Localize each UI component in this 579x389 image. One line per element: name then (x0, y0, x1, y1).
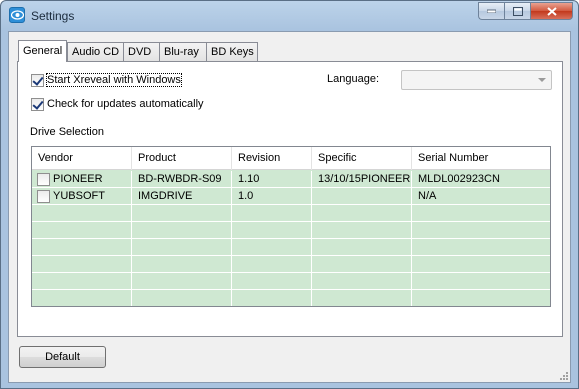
tab-blu-ray[interactable]: Blu-ray (159, 42, 207, 61)
empty-cell (132, 222, 232, 239)
client-area: General Audio CD DVD Blu-ray BD Keys Sta… (8, 31, 571, 383)
window-title: Settings (31, 9, 75, 23)
maximize-icon (512, 6, 523, 16)
empty-cell (232, 273, 312, 290)
empty-row (32, 205, 550, 222)
serial-cell: N/A (418, 190, 437, 202)
check-updates-checkbox[interactable] (31, 97, 44, 111)
start-with-windows-label[interactable]: Start Xreveal with Windows (46, 73, 182, 87)
serial-cell: MLDL002923CN (418, 173, 500, 185)
caption-buttons (478, 2, 573, 20)
default-button[interactable]: Default (19, 346, 106, 368)
column-header-specific[interactable]: Specific (312, 147, 412, 170)
drive-table[interactable]: Vendor Product Revision Specific Serial … (31, 146, 551, 307)
empty-cell (132, 256, 232, 273)
chevron-down-icon (538, 78, 546, 82)
title-bar[interactable]: Settings (1, 1, 578, 31)
empty-cell (32, 222, 132, 239)
table-header: Vendor Product Revision Specific Serial … (32, 147, 550, 170)
empty-cell (312, 222, 412, 239)
drive-selection-label: Drive Selection (30, 126, 104, 138)
empty-cell (32, 239, 132, 256)
tab-general[interactable]: General (18, 40, 67, 62)
table-row[interactable]: PIONEER BD-RWBDR-S09 1.10 13/10/15PIONEE… (32, 171, 550, 188)
vendor-cell: YUBSOFT (32, 188, 132, 205)
specific-cell (312, 188, 412, 205)
empty-cell (232, 256, 312, 273)
tab-audio-cd[interactable]: Audio CD (67, 42, 124, 61)
empty-cell (132, 273, 232, 290)
close-button[interactable] (530, 2, 573, 20)
empty-cell (312, 290, 412, 306)
maximize-button[interactable] (504, 2, 530, 20)
empty-row (32, 239, 550, 256)
revision-cell: 1.0 (232, 188, 312, 205)
empty-cell (232, 239, 312, 256)
check-updates-option[interactable]: Check for updates automatically (31, 97, 204, 111)
column-header-vendor[interactable]: Vendor (32, 147, 132, 170)
column-header-serial-number[interactable]: Serial Number (412, 147, 550, 170)
settings-window: Settings General Audio CD DVD Blu-ray BD… (0, 0, 579, 389)
empty-cell (32, 205, 132, 222)
general-panel: Start Xreveal with Windows Check for upd… (17, 61, 563, 337)
tab-dvd[interactable]: DVD (123, 42, 160, 61)
close-icon (546, 6, 557, 16)
check-updates-label[interactable]: Check for updates automatically (47, 98, 204, 110)
column-header-product[interactable]: Product (132, 147, 232, 170)
empty-row (32, 222, 550, 239)
product-cell: IMGDRIVE (132, 188, 232, 205)
empty-cell (132, 239, 232, 256)
empty-row (32, 290, 550, 306)
language-dropdown[interactable] (401, 70, 552, 90)
empty-row (32, 273, 550, 290)
empty-cell (232, 290, 312, 306)
start-with-windows-option[interactable]: Start Xreveal with Windows (31, 73, 182, 87)
language-label: Language: (327, 73, 379, 85)
tab-bd-keys[interactable]: BD Keys (206, 42, 258, 61)
minimize-icon (487, 9, 496, 13)
vendor-cell: PIONEER (32, 171, 132, 188)
revision-cell: 1.10 (232, 171, 312, 188)
empty-cell (312, 205, 412, 222)
empty-cell (32, 256, 132, 273)
resize-grip-icon[interactable] (559, 371, 569, 381)
table-row[interactable]: YUBSOFT IMGDRIVE 1.0 N/A (32, 188, 550, 205)
empty-cell (312, 239, 412, 256)
product-cell: BD-RWBDR-S09 (132, 171, 232, 188)
column-header-revision[interactable]: Revision (232, 147, 312, 170)
empty-cell (132, 205, 232, 222)
empty-cell (232, 222, 312, 239)
empty-row (32, 256, 550, 273)
empty-cell (312, 273, 412, 290)
empty-cell (32, 273, 132, 290)
empty-cell (232, 205, 312, 222)
start-with-windows-checkbox[interactable] (31, 73, 44, 87)
empty-cell (312, 256, 412, 273)
empty-cell (32, 290, 132, 306)
minimize-button[interactable] (478, 2, 504, 20)
empty-cell (132, 290, 232, 306)
eye-icon (9, 7, 25, 23)
specific-cell: 13/10/15PIONEER (312, 171, 412, 188)
